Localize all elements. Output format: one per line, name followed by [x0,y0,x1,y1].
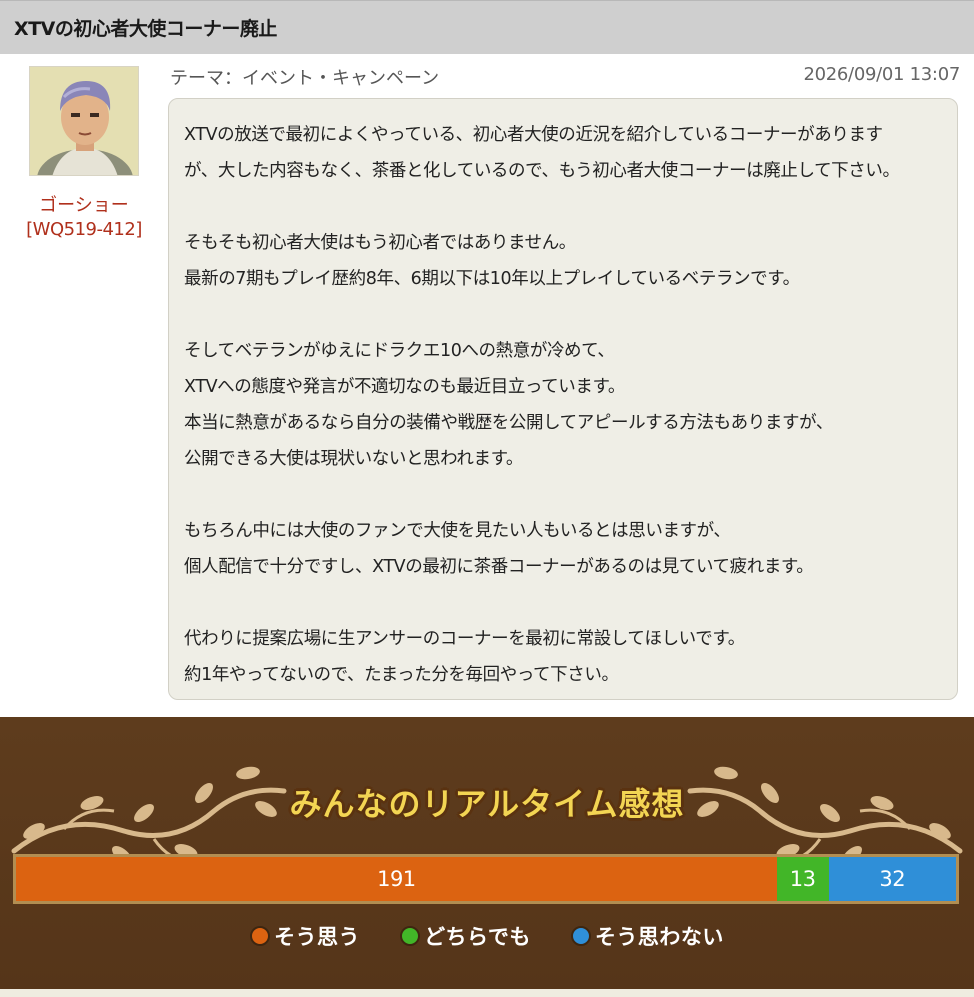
poster-name[interactable]: ゴーショー [14,194,154,218]
post-meta: テーマ：イベント・キャンペーン 2026/09/01 13:07 [170,64,960,92]
vote-option-label: そう思わない [594,925,724,949]
body-line-blank [184,477,941,513]
post-theme: テーマ：イベント・キャンペーン [170,68,440,89]
post-title: XTVの初心者大使コーナー廃止 [14,18,277,40]
green-dot-icon [400,926,421,946]
body-line: 約1年やってないので、たまった分を毎回やって下さい。 [184,665,619,685]
body-line-blank [184,189,941,225]
body-line: そもそも初心者大使はもう初心者ではありません。 [184,233,576,253]
vote-option-neutral[interactable]: どちらでも [400,921,531,951]
vote-option-label: そう思う [274,925,361,949]
body-line: 代わりに提案広場に生アンサーのコーナーを最初に常設してほしいです。 [184,629,745,649]
vote-segment-neutral: 13 [776,857,829,901]
vote-option-yes[interactable]: そう思う [250,921,360,951]
body-line: 個人配信で十分ですし、XTVの最初に茶番コーナーがあるのは見ていて疲れます。 [184,557,814,577]
body-line-blank [184,297,941,333]
body-line: 最新の7期もプレイ歴約8年、6期以下は10年以上プレイしているベテランです。 [184,269,800,289]
realtime-title: みんなのリアルタイム感想 [289,785,685,823]
body-line: XTVの放送で最初によくやっている、初心者大使の近況を紹介しているコーナーがあり… [184,125,883,145]
vote-segment-no: 32 [828,857,956,901]
body-line: そしてベテランがゆえにドラクエ10への熱意が冷めて、 [184,341,615,361]
vote-option-label: どちらでも [424,925,531,949]
realtime-feedback-panel: みんなのリアルタイム感想 191 13 32 そう思う どちらでも そう思わない [0,717,974,989]
body-line-blank [184,585,941,621]
body-line: 公開できる大使は現状いないと思われます。 [184,449,524,469]
body-line: が、大した内容もなく、茶番と化しているので、もう初心者大使コーナーは廃止して下さ… [184,161,900,181]
avatar[interactable] [29,66,139,176]
vote-result-bar: 191 13 32 [13,854,959,904]
body-line: 本当に熱意があるなら自分の装備や戦歴を公開してアピールする方法もありますが、 [184,413,833,433]
body-line: もちろん中には大使のファンで大使を見たい人もいるとは思いますが、 [184,521,731,541]
post-datetime: 2026/09/01 13:07 [803,64,960,85]
vote-segment-yes: 191 [16,857,777,901]
orange-dot-icon [250,926,271,946]
post-title-bar: XTVの初心者大使コーナー廃止 [0,0,974,54]
poster-info: ゴーショー [WQ519-412] [14,66,154,242]
vote-legend: そう思う どちらでも そう思わない [0,921,974,951]
vote-option-no[interactable]: そう思わない [570,921,724,951]
character-portrait-icon [30,67,138,175]
body-line: XTVへの態度や発言が不適切なのも最近目立っています。 [184,377,625,397]
page-bottom-strip [0,989,974,997]
poster-id: [WQ519-412] [26,219,142,240]
blue-dot-icon [570,926,591,946]
post-body: XTVの放送で最初によくやっている、初心者大使の近況を紹介しているコーナーがあり… [168,98,958,700]
